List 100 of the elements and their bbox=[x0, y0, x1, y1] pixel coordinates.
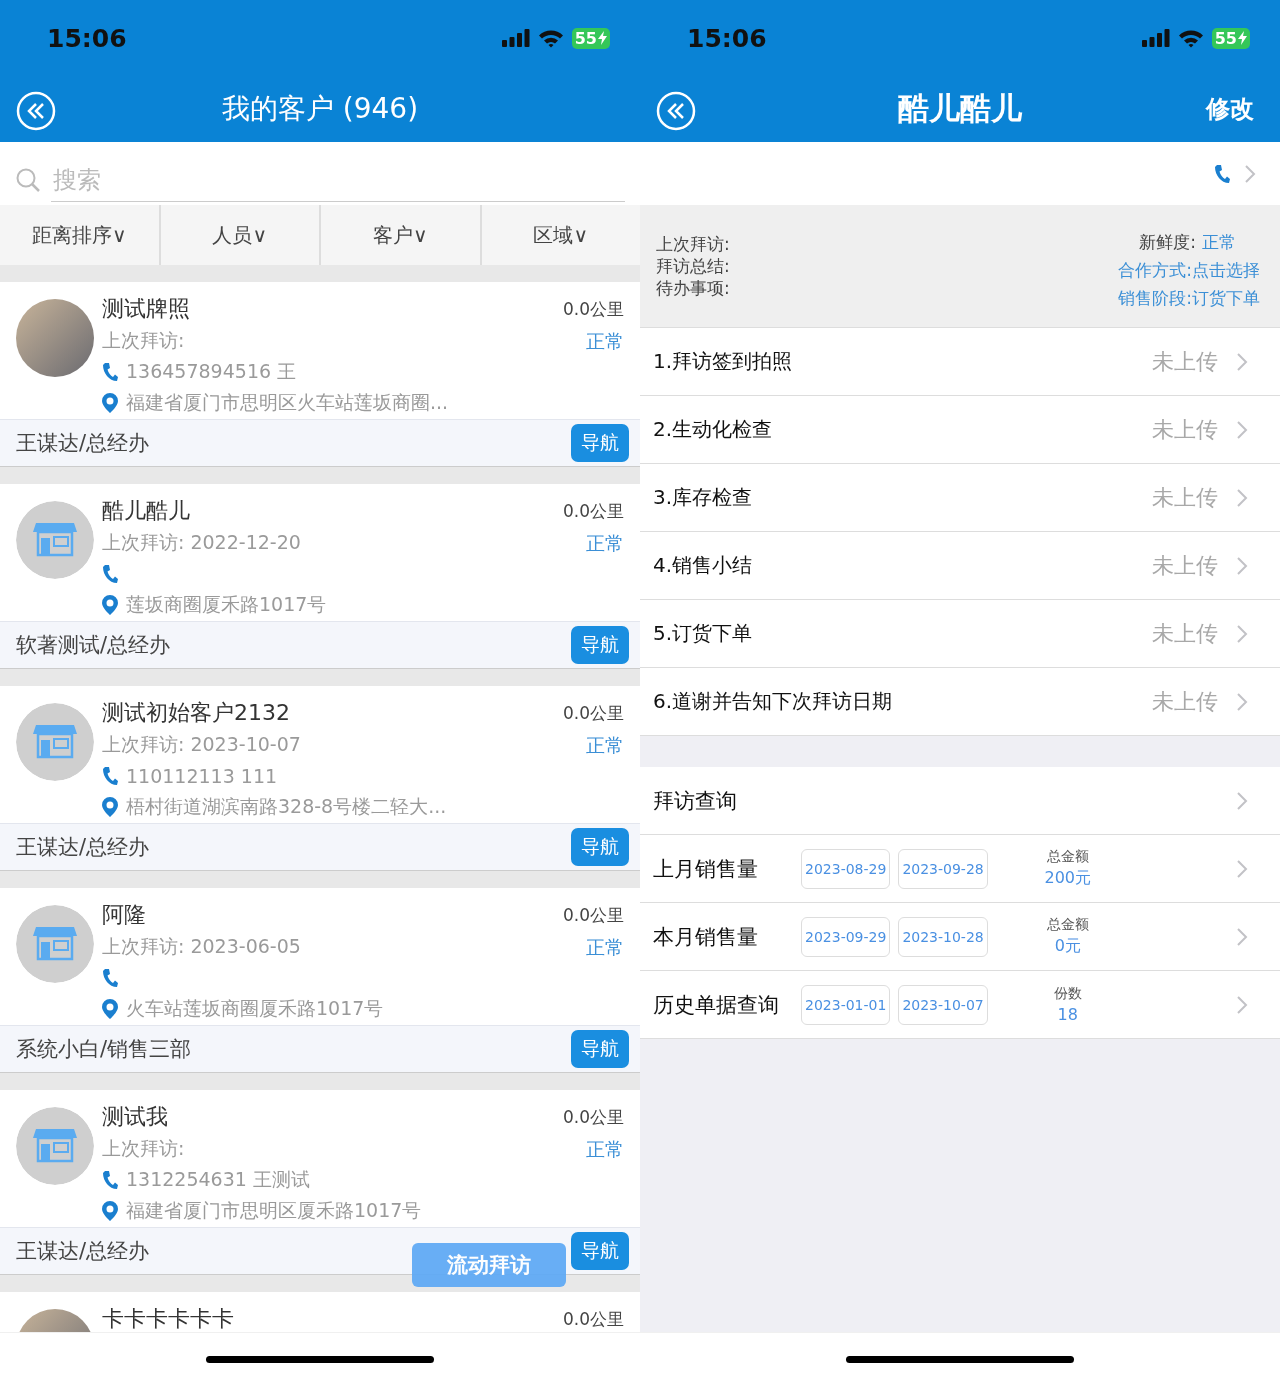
visit-step-row[interactable]: 5.订货下单 未上传 bbox=[640, 600, 1280, 668]
owner-text: 王谋达/总经办 bbox=[16, 430, 150, 457]
status-text: 正常 bbox=[586, 531, 624, 556]
navigate-button[interactable]: 导航 bbox=[571, 1232, 629, 1270]
back-icon[interactable] bbox=[656, 91, 696, 131]
navigate-button[interactable]: 导航 bbox=[571, 424, 629, 462]
phone-icon bbox=[102, 967, 118, 988]
clock-time: 15:06 bbox=[687, 23, 767, 53]
charging-bolt-icon bbox=[1238, 31, 1247, 45]
search-field[interactable]: 搜索 bbox=[0, 142, 640, 205]
signal-icon bbox=[1141, 29, 1170, 47]
customer-card[interactable]: 测试初始客户2132 上次拜访: 2023-10-07 110112113 111 梧村街道湖滨南路328-8号楼二轻大... 0.0公里 正常 王谋达/总经办 导航 bbox=[0, 686, 640, 871]
owner-text: 软著测试/总经办 bbox=[16, 632, 171, 659]
battery-level: 55 bbox=[1214, 28, 1237, 48]
store-icon bbox=[16, 905, 94, 983]
last-visit-text: 上次拜访: 2023-10-07 bbox=[102, 732, 302, 757]
location-pin-icon bbox=[102, 796, 118, 817]
last-visit-text: 上次拜访: 2022-12-20 bbox=[102, 530, 302, 555]
location-pin-icon bbox=[102, 998, 118, 1019]
phone-icon bbox=[102, 1169, 118, 1190]
distance-text: 0.0公里 bbox=[562, 1106, 624, 1129]
phone-icon bbox=[102, 361, 118, 382]
address-text: 火车站莲坂商圈厦禾路1017号 bbox=[126, 995, 384, 1021]
info-label: 拜访总结: bbox=[656, 255, 730, 277]
owner-text: 王谋达/总经办 bbox=[16, 834, 150, 861]
phone-number: 1312254631 王测试 bbox=[126, 1166, 310, 1192]
visit-step-row[interactable]: 4.销售小结 未上传 bbox=[640, 532, 1280, 600]
upload-status: 未上传 bbox=[1152, 483, 1218, 512]
chevron-right-icon bbox=[1236, 790, 1248, 811]
signal-icon bbox=[501, 29, 530, 47]
chevron-right-icon bbox=[1236, 994, 1248, 1015]
address-text: 莲坂商圈厦禾路1017号 bbox=[126, 591, 327, 617]
freshness-value: 正常 bbox=[1202, 231, 1236, 253]
status-text: 正常 bbox=[586, 733, 624, 758]
chevron-right-icon bbox=[1236, 351, 1248, 372]
step-label: 4.销售小结 bbox=[653, 552, 754, 579]
screen-title: 我的客户 (946) bbox=[221, 91, 419, 127]
upload-status: 未上传 bbox=[1152, 687, 1218, 716]
visit-step-row[interactable]: 3.库存检查 未上传 bbox=[640, 464, 1280, 532]
back-icon[interactable] bbox=[16, 91, 56, 131]
store-icon bbox=[16, 1107, 94, 1185]
visit-step-row[interactable]: 2.生动化检查 未上传 bbox=[640, 396, 1280, 464]
visit-step-row[interactable]: 6.道谢并告知下次拜访日期 未上传 bbox=[640, 668, 1280, 736]
query-label: 上月销售量 bbox=[653, 855, 759, 883]
visit-step-row[interactable]: 1.拜访签到拍照 未上传 bbox=[640, 328, 1280, 396]
upload-status: 未上传 bbox=[1152, 415, 1218, 444]
upload-status: 未上传 bbox=[1152, 347, 1218, 376]
edit-button[interactable]: 修改 bbox=[1196, 93, 1264, 125]
customer-name: 测试我 bbox=[102, 1103, 169, 1131]
customer-name: 测试初始客户2132 bbox=[102, 699, 291, 727]
distance-text: 0.0公里 bbox=[562, 1308, 624, 1331]
customer-name: 卡卡卡卡卡卡 bbox=[102, 1305, 235, 1332]
chevron-right-icon bbox=[1236, 419, 1248, 440]
address-text: 梧村街道湖滨南路328-8号楼二轻大... bbox=[126, 793, 447, 819]
status-text: 正常 bbox=[586, 935, 624, 960]
query-row[interactable]: 拜访查询 bbox=[640, 767, 1280, 835]
store-icon bbox=[16, 501, 94, 579]
last-visit-text: 上次拜访: 2023-06-05 bbox=[102, 934, 302, 959]
info-label: 待办事项: bbox=[656, 277, 730, 299]
clock-time: 15:06 bbox=[47, 23, 127, 53]
navigate-button[interactable]: 导航 bbox=[571, 828, 629, 866]
distance-text: 0.0公里 bbox=[562, 298, 624, 321]
phone-number: 110112113 111 bbox=[126, 764, 278, 787]
query-label: 历史单据查询 bbox=[653, 991, 780, 1019]
customer-card[interactable]: 酷儿酷儿 上次拜访: 2022-12-20 莲坂商圈厦禾路1017号 0.0公里 正常 软著测试/总经办 导航 bbox=[0, 484, 640, 669]
chevron-right-icon bbox=[1236, 487, 1248, 508]
metric-value: 0元 bbox=[1054, 936, 1081, 957]
customer-name: 测试牌照 bbox=[102, 295, 191, 323]
distance-text: 0.0公里 bbox=[562, 904, 624, 927]
phone-icon bbox=[102, 765, 118, 786]
chevron-right-icon bbox=[1236, 858, 1248, 879]
distance-text: 0.0公里 bbox=[562, 500, 624, 523]
status-text: 正常 bbox=[586, 329, 624, 354]
store-icon bbox=[16, 703, 94, 781]
owner-text: 王谋达/总经办 bbox=[16, 1238, 150, 1265]
metric-value: 200元 bbox=[1044, 868, 1091, 889]
battery-level: 55 bbox=[574, 28, 597, 48]
location-pin-icon bbox=[102, 392, 118, 413]
query-label: 拜访查询 bbox=[653, 787, 738, 815]
navigate-button[interactable]: 导航 bbox=[571, 626, 629, 664]
address-text: 福建省厦门市思明区火车站莲坂商圈... bbox=[126, 389, 449, 415]
info-label: 上次拜访: bbox=[656, 233, 730, 255]
query-label: 本月销售量 bbox=[653, 923, 759, 951]
status-text: 正常 bbox=[586, 1137, 624, 1162]
step-label: 6.道谢并告知下次拜访日期 bbox=[653, 688, 894, 715]
upload-status: 未上传 bbox=[1152, 619, 1218, 648]
last-visit-text: 上次拜访: bbox=[102, 328, 186, 353]
phone-icon bbox=[102, 563, 118, 584]
step-label: 3.库存检查 bbox=[653, 484, 754, 511]
chevron-right-icon bbox=[1236, 691, 1248, 712]
customer-card[interactable]: 测试牌照 上次拜访: 136457894516 王 福建省厦门市思明区火车站莲坂商圈... 0.0公里 正常 王谋达/总经办 导航 bbox=[0, 282, 640, 467]
metric-value: 18 bbox=[1057, 1005, 1078, 1024]
navigate-button[interactable]: 导航 bbox=[571, 1030, 629, 1068]
customer-card[interactable]: 卡卡卡卡卡卡 0.0公里 bbox=[0, 1292, 640, 1332]
customer-card[interactable]: 阿隆 上次拜访: 2023-06-05 火车站莲坂商圈厦禾路1017号 0.0公里 正常 系统小白/销售三部 导航 bbox=[0, 888, 640, 1073]
upload-status: 未上传 bbox=[1152, 551, 1218, 580]
chevron-right-icon bbox=[1236, 555, 1248, 576]
chevron-right-icon bbox=[1244, 163, 1256, 184]
step-label: 5.订货下单 bbox=[653, 620, 754, 647]
location-pin-icon bbox=[102, 1200, 118, 1221]
